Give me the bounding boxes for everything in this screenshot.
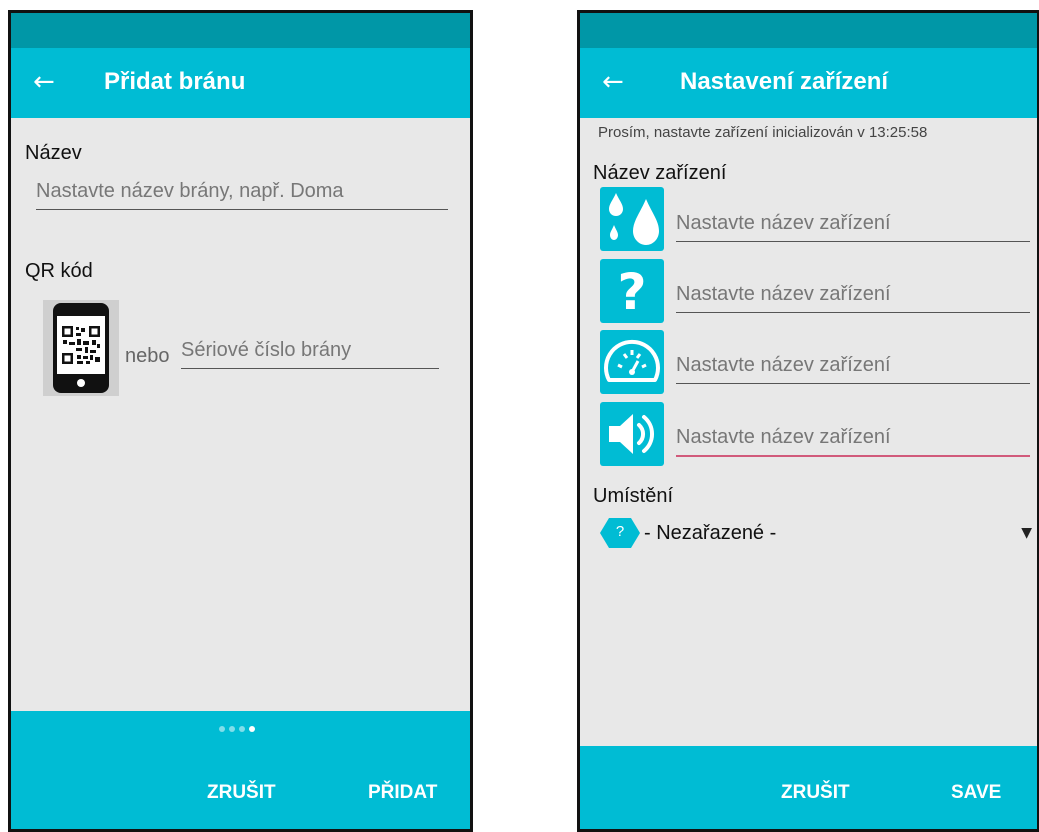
page-title: Přidat bránu xyxy=(104,68,246,95)
page-indicator xyxy=(219,726,267,734)
serial-number-input[interactable] xyxy=(181,339,439,362)
page-dot xyxy=(239,726,245,732)
device-name-field-4[interactable] xyxy=(676,415,1030,457)
device-name-input-2[interactable] xyxy=(676,283,1030,306)
svg-text:?: ? xyxy=(617,263,646,321)
device-name-input-1[interactable] xyxy=(676,212,1030,235)
device-name-input-4[interactable] xyxy=(676,426,1030,449)
add-button[interactable]: PŘIDAT xyxy=(368,781,437,805)
page-dot xyxy=(219,726,225,732)
device-name-field-1[interactable] xyxy=(676,201,1030,242)
device-settings-screen: ← Nastavení zařízení Prosím, nastavte za… xyxy=(577,10,1039,832)
location-select[interactable]: ? - Nezařazené - ▼ xyxy=(600,516,1032,550)
device-icon-3[interactable] xyxy=(600,330,664,394)
gateway-name-input[interactable] xyxy=(36,180,448,203)
back-arrow-icon[interactable]: ← xyxy=(33,62,65,102)
qr-scan-button[interactable] xyxy=(43,300,119,396)
speaker-icon xyxy=(609,414,655,454)
save-button[interactable]: SAVE xyxy=(951,781,1001,805)
status-bar xyxy=(11,13,470,48)
cancel-button[interactable]: ZRUŠIT xyxy=(207,781,276,805)
question-mark-icon: ? xyxy=(617,263,646,321)
bottom-bar: ZRUŠIT SAVE xyxy=(580,746,1037,829)
location-label: Umístění xyxy=(593,485,674,507)
status-bar xyxy=(580,13,1037,48)
add-gateway-screen: ← Přidat bránu Název QR kód xyxy=(8,10,473,832)
device-icon-4[interactable] xyxy=(600,402,664,466)
or-text: nebo xyxy=(125,345,170,367)
qr-code-label: QR kód xyxy=(25,260,93,282)
cancel-button[interactable]: ZRUŠIT xyxy=(781,781,850,805)
info-text: Prosím, nastavte zařízení inicializován … xyxy=(598,124,928,141)
device-icon-2[interactable]: ? xyxy=(600,259,664,323)
gauge-icon xyxy=(604,339,660,382)
location-value: - Nezařazené - xyxy=(644,522,777,544)
name-label: Název xyxy=(25,142,82,164)
app-bar: ← Přidat bránu xyxy=(11,48,470,118)
device-name-field-3[interactable] xyxy=(676,343,1030,384)
bottom-bar: ZRUŠIT PŘIDAT xyxy=(11,711,470,829)
device-icon-1[interactable] xyxy=(600,187,664,251)
gateway-name-field[interactable] xyxy=(36,173,448,210)
water-drops-icon xyxy=(609,193,659,245)
page-title: Nastavení zařízení xyxy=(680,68,889,95)
phone-qr-icon xyxy=(53,303,109,393)
device-name-input-3[interactable] xyxy=(676,354,1030,377)
page-dot-active xyxy=(249,726,255,732)
device-name-field-2[interactable] xyxy=(676,272,1030,313)
page-dot xyxy=(229,726,235,732)
back-arrow-icon[interactable]: ← xyxy=(602,62,634,102)
serial-number-field[interactable] xyxy=(181,332,439,369)
dropdown-arrow-icon: ▼ xyxy=(1021,525,1032,541)
location-badge-text: ? xyxy=(615,523,625,540)
app-bar: ← Nastavení zařízení xyxy=(580,48,1037,118)
device-name-label: Název zařízení xyxy=(593,162,727,184)
